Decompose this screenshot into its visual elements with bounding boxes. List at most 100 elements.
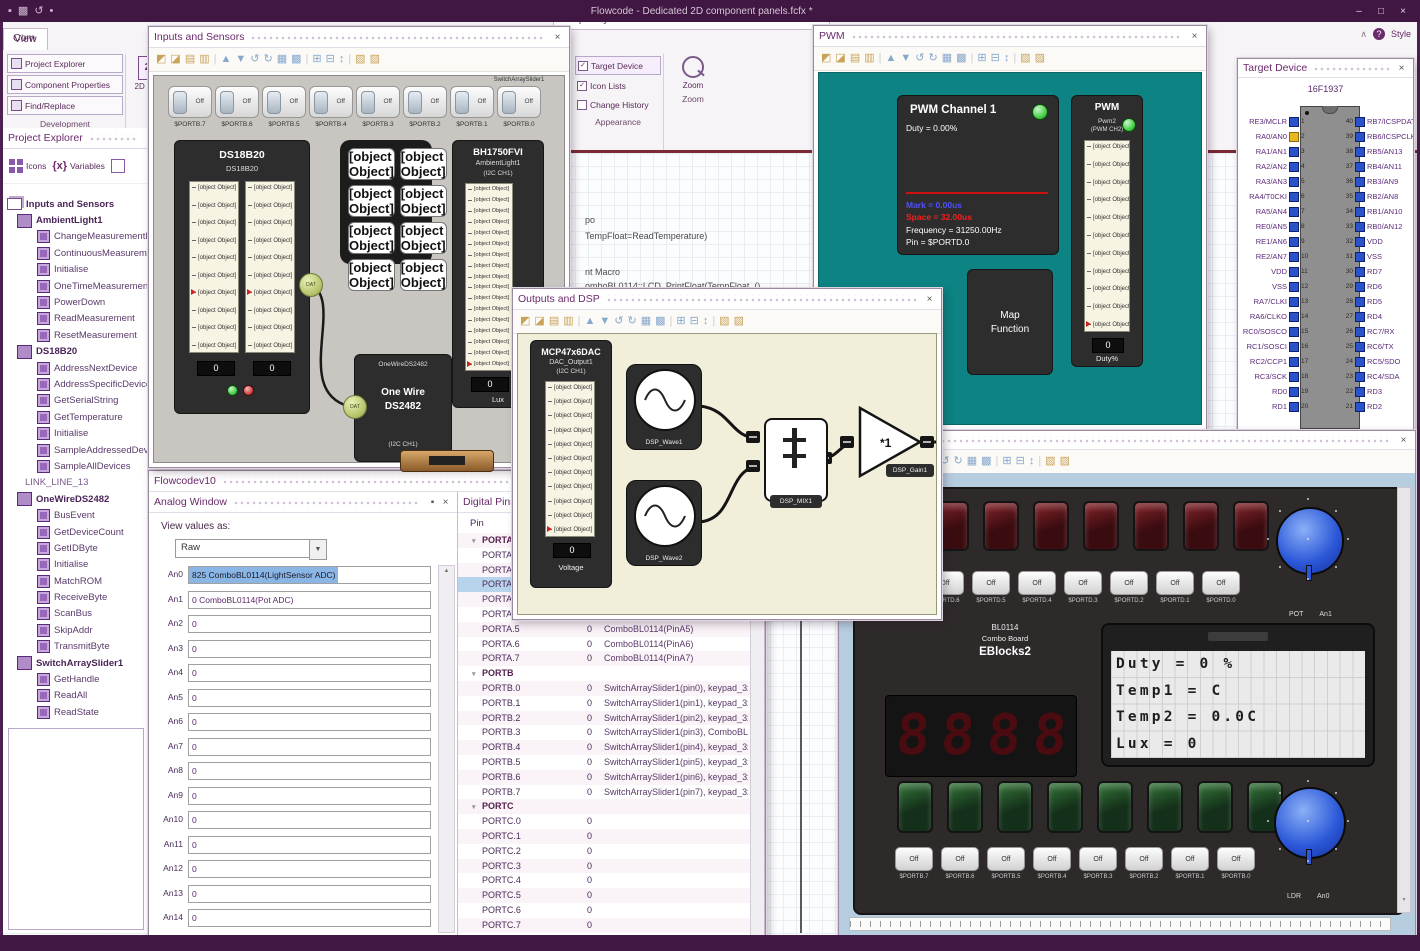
digital-pin-row[interactable]: PORTB.1 0 SwitchArraySlider1(pin1), keyp… (458, 696, 750, 711)
tree-item[interactable]: ReadAll (3, 688, 149, 704)
pin-pad[interactable] (1355, 221, 1365, 232)
digital-pin-row[interactable]: PORTB.2 0 SwitchArraySlider1(pin2), keyp… (458, 710, 750, 726)
pot-knob[interactable] (1276, 507, 1344, 581)
tree-item[interactable]: AddressSpecificDevice (3, 376, 149, 392)
channel-value-field[interactable]: 0 (188, 737, 431, 756)
chip-pin-row[interactable]: 24 RC5/SDO (1342, 354, 1413, 369)
dsp-wave2-component[interactable]: DSP_Wave2 (626, 480, 702, 566)
tree-item[interactable]: Initialise (3, 262, 149, 278)
minimize-icon[interactable]: ▪ (426, 497, 439, 508)
switch-button[interactable]: Off (1202, 571, 1240, 595)
tree-item[interactable]: ResetMeasurement (3, 327, 149, 343)
chip-pin-row[interactable]: VSS 12 (1240, 279, 1312, 294)
pin-pad[interactable] (1289, 341, 1299, 352)
chip-pin-row[interactable]: 35 RB2/AN8 (1342, 189, 1413, 204)
digital-pin-row[interactable]: PORTC.6 0 (458, 903, 750, 918)
toolbar-icon[interactable]: ▨ (370, 54, 380, 65)
digital-pin-row[interactable]: PORTC.5 0 (458, 888, 750, 903)
toolbar-icon[interactable]: ↻ (627, 316, 636, 327)
toolbar-icon[interactable]: ↺ (250, 54, 259, 65)
tree-item[interactable]: Initialise (3, 425, 149, 441)
digital-pin-row[interactable]: PORTC.7 0 (458, 917, 750, 933)
keypad-key[interactable]: [object Object] (348, 222, 395, 254)
pin-pad[interactable] (1289, 266, 1299, 277)
chip-pin-row[interactable]: RA6/CLKO 14 (1240, 309, 1312, 324)
dsp-wave1-component[interactable]: DSP_Wave1 (626, 364, 702, 450)
pin-pad[interactable] (1355, 206, 1365, 217)
analog-scrollbar[interactable]: ▲ (438, 565, 455, 933)
toolbar-icon[interactable]: ▩ (291, 54, 301, 65)
toolbar-icon[interactable]: ▥ (199, 54, 209, 65)
pin-pad[interactable] (1289, 356, 1299, 367)
tree-item[interactable]: Initialise (3, 557, 149, 573)
pin-pad[interactable] (1355, 131, 1365, 142)
chip-pin-row[interactable]: 36 RB3/AN9 (1342, 174, 1413, 189)
toolbar-icon[interactable]: ▼ (900, 53, 911, 64)
switch-rocker[interactable] (173, 91, 187, 114)
keypad-key[interactable]: [object Object] (399, 185, 447, 217)
pin-pad[interactable] (1355, 341, 1365, 352)
toolbar-icon[interactable]: ▼ (599, 316, 610, 327)
toolbar-icon[interactable]: ↻ (953, 456, 962, 467)
board-switch[interactable]: Off $PORTB.2 (1125, 847, 1163, 880)
digital-pin-row[interactable]: PORTC (458, 799, 750, 815)
toolbar-icon[interactable]: ↻ (928, 53, 937, 64)
tree-item[interactable]: ScanBus (3, 606, 149, 622)
toolbar-icon[interactable]: ◩ (821, 53, 831, 64)
chip-pin-row[interactable]: 39 RB6/ICSPCLK (1342, 129, 1413, 144)
map-function-component[interactable]: Map Function (967, 269, 1053, 375)
chip-pin-row[interactable]: 37 RB4/AN11 (1342, 159, 1413, 174)
pin-pad[interactable] (1289, 326, 1299, 337)
switch-button[interactable]: Off (1217, 847, 1255, 871)
help-icon[interactable]: ? (1372, 28, 1385, 40)
keypad-key[interactable]: [object Object] (399, 222, 447, 254)
toolbar-icon[interactable]: ▥ (864, 53, 874, 64)
board-switch[interactable]: Off $PORTB.4 (1033, 847, 1071, 880)
icons-view-button[interactable]: Icons (9, 159, 46, 173)
chip-pin-row[interactable]: 22 RD3 (1342, 384, 1413, 399)
switch-button[interactable]: Off (1110, 571, 1148, 595)
tree-item[interactable]: SkipAddr (3, 622, 149, 638)
tree-item[interactable]: GetHandle (3, 671, 149, 687)
toolbar-icon[interactable]: ▧ (1020, 53, 1030, 64)
toolbar-icon[interactable]: | (578, 316, 581, 327)
channel-value-field[interactable]: 0 (188, 811, 431, 829)
toolbar-icon[interactable]: ↕ (703, 316, 709, 327)
channel-value-field[interactable]: 0 (188, 884, 431, 903)
switch-rocker[interactable] (502, 91, 516, 114)
digital-pin-row[interactable]: PORTB.5 0 SwitchArraySlider1(pin5), keyp… (458, 755, 750, 770)
toolbar-icon[interactable]: ▦ (277, 54, 287, 65)
board-horizontal-scrollbar[interactable] (849, 917, 1391, 931)
chip-pin-row[interactable]: RE1/AN6 9 (1240, 234, 1312, 249)
toolbar-icon[interactable]: ▦ (967, 456, 977, 467)
pin-pad[interactable] (1289, 206, 1299, 217)
switch-button[interactable]: Off (1018, 571, 1056, 595)
ribbon-checkbox-item[interactable]: ✓ Icon Lists (575, 77, 661, 94)
switch-body[interactable]: Off (356, 86, 400, 118)
toolbar-icon[interactable]: ▲ (584, 316, 595, 327)
dat-connector[interactable]: DAT (343, 395, 367, 419)
tree-item[interactable]: AddressNextDevice (3, 360, 149, 376)
dsp-mix-component[interactable]: DSP_MIX1 (764, 418, 828, 508)
chip-pin-row[interactable]: 21 RD2 (1342, 399, 1413, 414)
dat-connector[interactable]: DAT (299, 273, 323, 297)
switch-rocker[interactable] (314, 91, 328, 114)
tree-item[interactable]: Inputs and Sensors (3, 196, 149, 212)
chip-pin-row[interactable]: 34 RB1/AN10 (1342, 204, 1413, 219)
pwm-slider-component[interactable]: PWM Pwm2 (PWM CH2) [object Object] [objec… (1071, 95, 1143, 367)
toolbar-icon[interactable]: ▦ (942, 53, 952, 64)
toolbar-icon[interactable]: ⊞ (977, 53, 986, 64)
board-switch[interactable]: Off $PORTD.2 (1110, 571, 1148, 604)
toolbar-icon[interactable]: | (1038, 456, 1041, 467)
pin-pad[interactable] (1289, 146, 1299, 157)
chip-pin-row[interactable]: 30 RD7 (1342, 264, 1413, 279)
toolbar-icon[interactable]: | (1013, 53, 1016, 64)
switch-rocker[interactable] (455, 91, 469, 114)
temperature-scale[interactable]: [object Object] [object Object] [object Ob… (189, 181, 239, 353)
toolbar-icon[interactable]: ▩ (956, 53, 966, 64)
close-icon[interactable]: × (439, 497, 452, 508)
pin-pad[interactable] (1355, 386, 1365, 397)
chip-pin-row[interactable]: RA3/AN3 5 (1240, 174, 1312, 189)
window-control-button[interactable]: □ (1372, 6, 1390, 17)
toolbar-icon[interactable]: ▨ (1060, 456, 1070, 467)
